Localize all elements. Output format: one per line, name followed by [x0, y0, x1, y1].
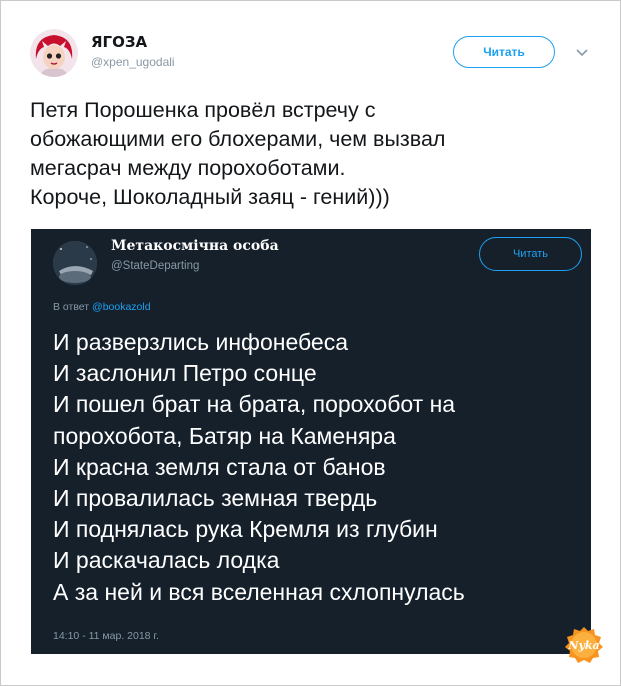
reply-prefix: В ответ	[53, 301, 90, 313]
user-avatar[interactable]	[30, 29, 78, 77]
embedded-follow-button[interactable]: Читать	[479, 237, 582, 271]
chevron-down-icon[interactable]	[575, 45, 589, 57]
tweet-card: ЯГОЗА @xpen_ugodali Читать Петя Порошенк…	[0, 0, 621, 686]
follow-button[interactable]: Читать	[453, 36, 555, 68]
embedded-tweet-text: И разверзлись инфонебеса И заслонил Петр…	[53, 329, 465, 605]
reply-mention-link[interactable]: @bookazold	[92, 301, 151, 313]
tweet-text: Петя Порошенка провёл встречу с обожающи…	[30, 98, 446, 209]
user-name[interactable]: ЯГОЗА	[91, 33, 147, 51]
embedded-tweet-screenshot: Метакосмічна особа @StateDeparting Читат…	[31, 229, 591, 654]
embedded-user-name[interactable]: Метакосмічна особа	[111, 238, 279, 254]
reply-context: В ответ @bookazold	[53, 301, 151, 313]
embedded-user-handle[interactable]: @StateDeparting	[111, 260, 199, 272]
embedded-user-avatar[interactable]	[53, 241, 97, 285]
user-handle[interactable]: @xpen_ugodali	[91, 55, 175, 69]
watermark-logo: Nyka	[564, 625, 604, 665]
svg-text:Nyka: Nyka	[567, 639, 599, 652]
embedded-timestamp[interactable]: 14:10 - 11 мар. 2018 г.	[53, 630, 159, 642]
